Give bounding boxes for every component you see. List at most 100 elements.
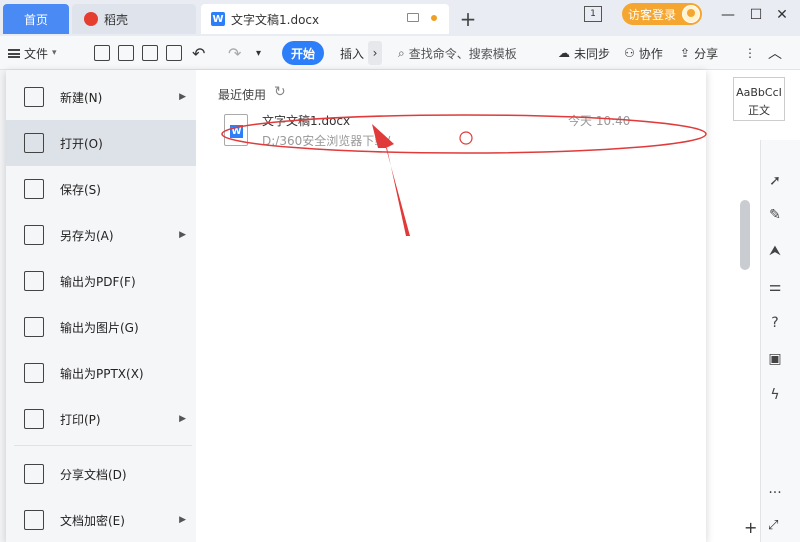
chevron-down-icon: ▾ (52, 48, 57, 58)
preview-toolbar-button[interactable] (166, 41, 182, 65)
menu-item-export-image[interactable]: 输出为图片(G) (6, 304, 196, 350)
daoke-logo-icon (84, 12, 98, 26)
print-icon (24, 409, 44, 429)
pptx-icon (24, 363, 44, 383)
image-tool-icon[interactable]: ▣ (766, 350, 784, 368)
redo-icon[interactable]: ↷ (228, 41, 241, 65)
zoom-in-icon[interactable]: + (744, 518, 757, 537)
chevron-right-icon: ▶ (179, 230, 186, 240)
more-dots-icon[interactable]: ··· (766, 484, 784, 502)
tab-home[interactable]: 首页 (3, 4, 69, 34)
style-name: 正文 (748, 104, 770, 117)
menu-item-export-pptx[interactable]: 输出为PPTX(X) (6, 350, 196, 396)
menu-item-share-doc-label: 分享文档(D) (60, 467, 127, 482)
file-menu-label: 文件 (24, 46, 49, 61)
share-button[interactable]: ⇪ 分享 (680, 41, 718, 65)
maximize-icon[interactable]: ☐ (746, 6, 766, 24)
minimize-icon[interactable]: — (718, 6, 738, 24)
command-search[interactable]: ⌕ 查找命令、搜索模板 (398, 41, 517, 65)
tab-daoke[interactable]: 稻壳 (72, 4, 196, 34)
menu-item-encrypt-label: 文档加密(E) (60, 513, 125, 528)
help-icon[interactable]: ? (766, 314, 784, 332)
more-options-icon[interactable]: ⋮ (744, 41, 756, 65)
share-icon: ⇪ (680, 46, 691, 60)
tab-insert[interactable]: 插入 (340, 41, 364, 65)
share-label: 分享 (694, 46, 719, 61)
word-doc-icon: W (211, 12, 225, 26)
chevron-right-icon[interactable]: › (368, 41, 382, 65)
avatar-icon (682, 5, 700, 23)
recent-file-item[interactable]: W 文字文稿1.docx D:/360安全浏览器下载/ 今天 10:40 (220, 110, 710, 152)
search-icon: ⌕ (398, 45, 405, 60)
print-toolbar-button[interactable] (142, 41, 158, 65)
menu-item-export-pptx-label: 输出为PPTX(X) (60, 366, 144, 381)
encrypt-icon (24, 510, 44, 530)
sync-label: 未同步 (574, 46, 611, 61)
export-toolbar-button[interactable] (118, 41, 134, 65)
quick-access-more-icon[interactable]: ▾ (256, 41, 261, 65)
collapse-ribbon-icon[interactable]: ︿ (768, 41, 782, 65)
rocket-icon[interactable]: ➚ (766, 172, 784, 190)
recent-file-path: D:/360安全浏览器下载/ (262, 134, 391, 148)
cursor-icon[interactable]: ⮝ (766, 242, 784, 260)
collab-icon: ⚇ (624, 46, 635, 60)
menu-item-open-label: 打开(O) (60, 136, 103, 151)
cloud-icon: ☁ (558, 46, 570, 60)
search-placeholder: 查找命令、搜索模板 (408, 46, 517, 61)
page-indicator-icon[interactable]: 1 (584, 6, 602, 22)
tab-document-label: 文字文稿1.docx (231, 12, 320, 27)
refresh-icon[interactable]: ↻ (274, 84, 286, 100)
menu-item-save-as-label: 另存为(A) (60, 228, 114, 243)
sliders-icon[interactable]: ⚌ (766, 278, 784, 296)
tab-document[interactable]: W 文字文稿1.docx (201, 4, 449, 34)
print-preview-icon (166, 45, 182, 61)
menu-item-print[interactable]: 打印(P) ▶ (6, 396, 196, 442)
menu-item-export-image-label: 输出为图片(G) (60, 320, 139, 335)
file-menu-button[interactable]: 文件 ▾ (8, 41, 57, 65)
menu-item-save[interactable]: 保存(S) (6, 166, 196, 212)
add-tab-label: + (459, 7, 477, 31)
chevron-right-icon: ▶ (179, 515, 186, 525)
print-icon (142, 45, 158, 61)
new-icon (24, 87, 44, 107)
save-as-icon (24, 225, 44, 245)
menu-item-share-doc[interactable]: 分享文档(D) (6, 451, 196, 497)
style-preview-body[interactable]: AaBbCcI 正文 (733, 77, 785, 121)
menu-item-export-pdf[interactable]: 输出为PDF(F) (6, 258, 196, 304)
recent-file-name: 文字文稿1.docx (262, 114, 351, 128)
save-toolbar-button[interactable] (94, 41, 110, 65)
sync-button[interactable]: ☁ 未同步 (558, 41, 610, 65)
add-tab-button[interactable]: + (456, 4, 480, 34)
tab-start-label: 开始 (290, 46, 315, 61)
collab-label: 协作 (638, 46, 663, 61)
right-side-rail (760, 140, 800, 542)
collab-button[interactable]: ⚇ 协作 (624, 41, 663, 65)
pdf-icon (24, 271, 44, 291)
pen-icon[interactable]: ✎ (766, 206, 784, 224)
menu-item-save-as[interactable]: 另存为(A) ▶ (6, 212, 196, 258)
style-sample-text: AaBbCcI (736, 86, 782, 99)
word-doc-icon: W (224, 114, 248, 146)
tab-start[interactable]: 开始 (282, 41, 324, 65)
screen-icon[interactable] (407, 13, 419, 22)
close-icon[interactable]: ✕ (772, 6, 792, 24)
recent-files-title: 最近使用 (218, 88, 267, 102)
page-indicator-label: 1 (590, 9, 596, 19)
menu-item-open[interactable]: 打开(O) (6, 120, 196, 166)
share-doc-icon (24, 464, 44, 484)
tab-home-label: 首页 (23, 12, 48, 27)
menu-item-encrypt[interactable]: 文档加密(E) ▶ (6, 497, 196, 542)
hamburger-icon (8, 48, 20, 58)
fullscreen-icon[interactable]: ⤢ (768, 518, 778, 533)
save-icon (24, 179, 44, 199)
menu-item-new[interactable]: 新建(N) ▶ (6, 74, 196, 120)
title-bar: 首页 稻壳 W 文字文稿1.docx + 1 访客登录 — ☐ ✕ (0, 0, 800, 36)
lightning-icon[interactable]: ϟ (766, 386, 784, 404)
folder-open-icon (24, 133, 44, 153)
menu-item-export-pdf-label: 输出为PDF(F) (60, 274, 136, 289)
undo-icon[interactable]: ↶ (192, 41, 205, 65)
image-icon (24, 317, 44, 337)
chevron-right-icon: ▶ (179, 92, 186, 102)
guest-login-button[interactable]: 访客登录 (622, 3, 702, 25)
vertical-scrollbar[interactable] (740, 200, 750, 270)
